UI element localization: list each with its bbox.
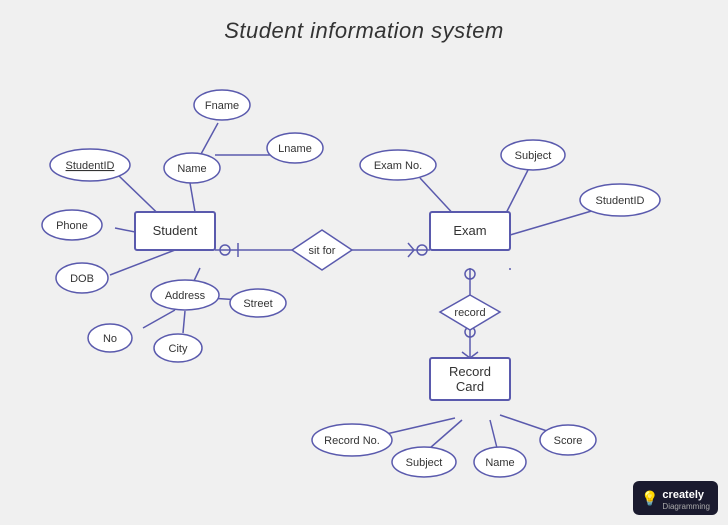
svg-text:Record: Record (449, 364, 491, 379)
svg-text:Card: Card (456, 379, 484, 394)
svg-text:City: City (169, 343, 188, 355)
attribute-lname: Lname (267, 133, 323, 163)
svg-text:Lname: Lname (278, 143, 312, 155)
svg-text:StudentID: StudentID (66, 160, 115, 172)
svg-text:StudentID: StudentID (596, 195, 645, 207)
svg-text:Subject: Subject (515, 150, 552, 162)
svg-text:Student: Student (153, 223, 198, 238)
entity-record-card: Record Card (430, 358, 510, 400)
attribute-no: No (88, 324, 132, 352)
attribute-score: Score (540, 425, 596, 455)
attribute-city: City (154, 334, 202, 362)
svg-text:Address: Address (165, 290, 206, 302)
svg-text:Street: Street (243, 298, 272, 310)
svg-text:Exam No.: Exam No. (374, 160, 422, 172)
svg-text:DOB: DOB (70, 273, 94, 285)
relationship-sit-for: sit for (292, 230, 352, 270)
svg-text:Name: Name (485, 457, 514, 469)
attribute-name: Name (164, 153, 220, 183)
svg-text:No: No (103, 333, 117, 345)
attribute-exam-no: Exam No. (360, 150, 436, 180)
attribute-record-no: Record No. (312, 424, 392, 456)
svg-text:Exam: Exam (453, 223, 486, 238)
svg-text:Score: Score (554, 435, 583, 447)
svg-text:Phone: Phone (56, 220, 88, 232)
attribute-student-id: StudentID (50, 149, 130, 181)
entity-student: Student (135, 212, 215, 250)
attribute-phone: Phone (42, 210, 102, 240)
entity-exam: Exam (430, 212, 510, 250)
branding: 💡 creately Diagramming (633, 481, 718, 515)
svg-text:record: record (454, 307, 485, 319)
branding-sub: Diagramming (662, 503, 710, 511)
attribute-name-rc: Name (474, 447, 526, 477)
branding-name: creately (662, 489, 704, 501)
svg-text:Name: Name (177, 163, 206, 175)
attribute-student-id2: StudentID (580, 184, 660, 216)
svg-text:Record No.: Record No. (324, 435, 380, 447)
attribute-subject-exam: Subject (501, 140, 565, 170)
branding-icon: 💡 (641, 490, 658, 507)
svg-text:sit for: sit for (309, 245, 336, 257)
attribute-street: Street (230, 289, 286, 317)
attribute-subject-rc: Subject (392, 447, 456, 477)
relationship-record: record (440, 295, 500, 330)
attribute-dob: DOB (56, 263, 108, 293)
attribute-fname: Fname (194, 90, 250, 120)
svg-text:Subject: Subject (406, 457, 443, 469)
diagram-container: Student information system (0, 0, 728, 525)
svg-text:Fname: Fname (205, 100, 239, 112)
diagram-svg: Student Exam Record Card sit for record … (0, 0, 728, 525)
attribute-address: Address (151, 280, 219, 310)
